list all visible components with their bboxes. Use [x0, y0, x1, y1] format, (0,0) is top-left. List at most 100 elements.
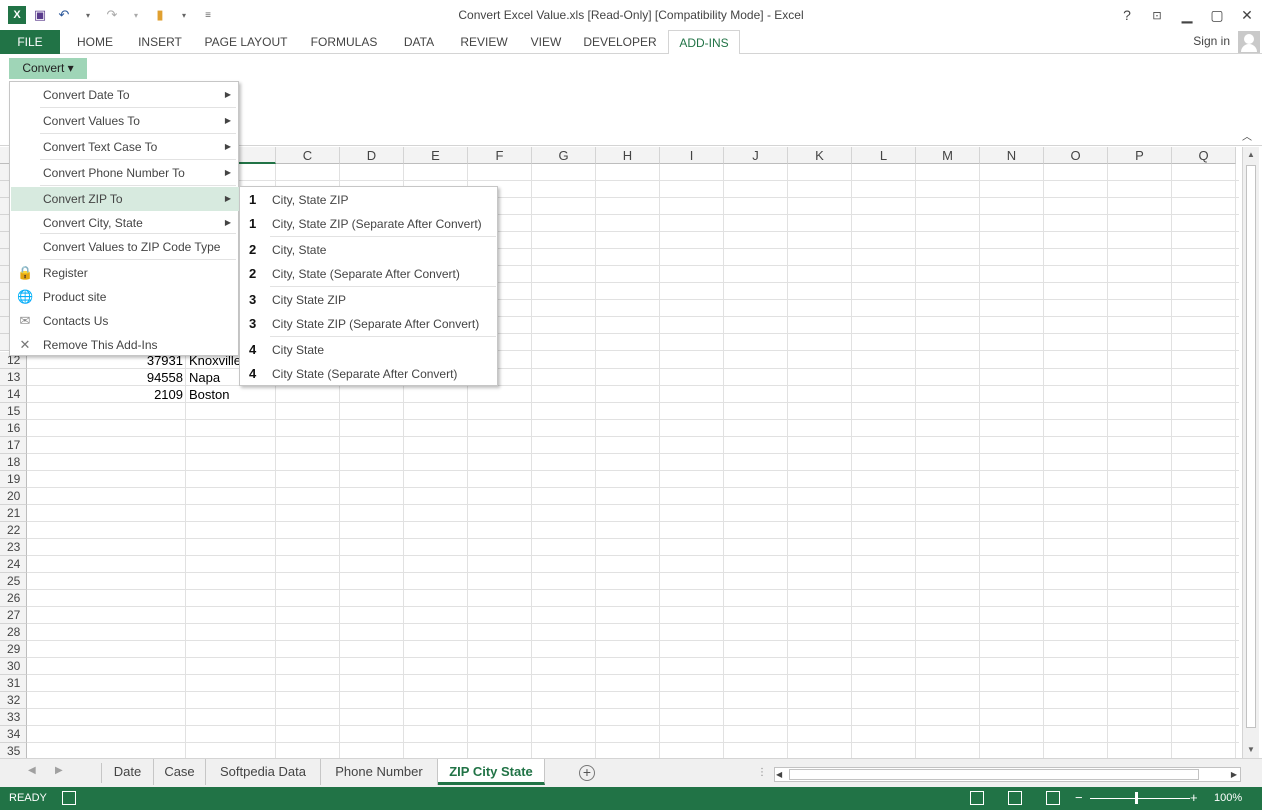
sheet-tab-date[interactable]: Date: [102, 759, 154, 785]
row-header-24[interactable]: 24: [0, 556, 27, 573]
row-header-29[interactable]: 29: [0, 641, 27, 658]
row-header-30[interactable]: 30: [0, 658, 27, 675]
submenu-item-2[interactable]: 1 City, State ZIP (Separate After Convert…: [241, 212, 498, 236]
column-header-h[interactable]: H: [596, 147, 660, 164]
tab-page-layout[interactable]: PAGE LAYOUT: [196, 30, 296, 54]
normal-view-icon[interactable]: [970, 791, 984, 805]
maximize-icon[interactable]: ▢: [1202, 0, 1232, 30]
vertical-scrollbar[interactable]: ▲ ▼: [1242, 147, 1259, 758]
menu-item-remove-this-add-ins[interactable]: Remove This Add-Ins ✕: [11, 333, 239, 357]
split-handle-icon[interactable]: ⋮: [757, 767, 767, 778]
tab-formulas[interactable]: FORMULAS: [303, 30, 385, 54]
zoom-slider[interactable]: [1090, 798, 1190, 799]
column-header-l[interactable]: L: [852, 147, 916, 164]
menu-item-convert-city-state[interactable]: Convert City, State ▶: [11, 211, 239, 235]
row-header-35[interactable]: 35: [0, 743, 27, 758]
tab-home[interactable]: HOME: [65, 30, 125, 54]
page-layout-view-icon[interactable]: [1008, 791, 1022, 805]
sheet-tab-softpedia-data[interactable]: Softpedia Data: [206, 759, 321, 785]
menu-item-convert-phone-number-to[interactable]: Convert Phone Number To ▶: [11, 161, 239, 185]
tab-review[interactable]: REVIEW: [453, 30, 515, 54]
column-header-c[interactable]: C: [276, 147, 340, 164]
zoom-slider-thumb[interactable]: [1135, 792, 1138, 804]
menu-item-convert-values-to-zip-code-type[interactable]: Convert Values to ZIP Code Type: [11, 235, 239, 259]
convert-button[interactable]: Convert ▾: [9, 58, 87, 79]
row-header-17[interactable]: 17: [0, 437, 27, 454]
tab-view[interactable]: VIEW: [522, 30, 570, 54]
row-header-31[interactable]: 31: [0, 675, 27, 692]
column-header-m[interactable]: M: [916, 147, 980, 164]
column-header-i[interactable]: I: [660, 147, 724, 164]
horizontal-scrollbar[interactable]: ◀ ▶: [774, 767, 1241, 782]
submenu-item-1[interactable]: 1 City, State ZIP: [241, 188, 498, 212]
row-header-33[interactable]: 33: [0, 709, 27, 726]
ribbon-display-icon[interactable]: ⊡: [1142, 0, 1172, 30]
row-header-15[interactable]: 15: [0, 403, 27, 420]
tab-add-ins[interactable]: ADD-INS: [668, 30, 740, 55]
sheet-tab-zip-city-state[interactable]: ZIP City State: [438, 759, 545, 785]
row-header-21[interactable]: 21: [0, 505, 27, 522]
menu-item-register[interactable]: Register 🔒: [11, 261, 239, 285]
zoom-in-icon[interactable]: +: [1190, 790, 1198, 805]
scroll-up-icon[interactable]: ▲: [1243, 147, 1259, 163]
minimize-icon[interactable]: ▁: [1172, 0, 1202, 30]
horizontal-scroll-thumb[interactable]: [789, 769, 1199, 780]
scroll-right-icon[interactable]: ▶: [1231, 768, 1237, 781]
menu-item-convert-values-to[interactable]: Convert Values To ▶: [11, 109, 239, 133]
column-header-p[interactable]: P: [1108, 147, 1172, 164]
row-header-18[interactable]: 18: [0, 454, 27, 471]
column-header-g[interactable]: G: [532, 147, 596, 164]
submenu-item-4[interactable]: 2 City, State (Separate After Convert): [241, 262, 498, 286]
row-header-20[interactable]: 20: [0, 488, 27, 505]
row-header-26[interactable]: 26: [0, 590, 27, 607]
close-icon[interactable]: ✕: [1232, 0, 1262, 30]
row-header-14[interactable]: 14: [0, 386, 27, 403]
row-header-28[interactable]: 28: [0, 624, 27, 641]
tab-developer[interactable]: DEVELOPER: [578, 30, 662, 54]
column-header-f[interactable]: F: [468, 147, 532, 164]
column-header-j[interactable]: J: [724, 147, 788, 164]
column-header-e[interactable]: E: [404, 147, 468, 164]
page-break-view-icon[interactable]: [1046, 791, 1060, 805]
tab-data[interactable]: DATA: [394, 30, 444, 54]
row-header-19[interactable]: 19: [0, 471, 27, 488]
column-header-k[interactable]: K: [788, 147, 852, 164]
menu-item-product-site[interactable]: Product site 🌐: [11, 285, 239, 309]
zoom-out-icon[interactable]: −: [1075, 790, 1083, 805]
tab-insert[interactable]: INSERT: [130, 30, 190, 54]
sheet-prev-icon[interactable]: ◀: [28, 765, 36, 776]
row-header-22[interactable]: 22: [0, 522, 27, 539]
add-sheet-icon[interactable]: +: [579, 765, 595, 781]
menu-item-convert-text-case-to[interactable]: Convert Text Case To ▶: [11, 135, 239, 159]
column-header-d[interactable]: D: [340, 147, 404, 164]
column-header-o[interactable]: O: [1044, 147, 1108, 164]
column-header-n[interactable]: N: [980, 147, 1044, 164]
vertical-scroll-thumb[interactable]: [1246, 165, 1256, 728]
cell-zip[interactable]: 94558: [27, 369, 186, 386]
sheet-tab-phone-number[interactable]: Phone Number: [321, 759, 438, 785]
sign-in-link[interactable]: Sign in: [1193, 34, 1230, 48]
row-header-32[interactable]: 32: [0, 692, 27, 709]
menu-item-convert-date-to[interactable]: Convert Date To ▶: [11, 83, 239, 107]
row-header-34[interactable]: 34: [0, 726, 27, 743]
menu-item-convert-zip-to[interactable]: Convert ZIP To ▶: [11, 187, 239, 211]
avatar[interactable]: [1238, 31, 1260, 53]
tab-file[interactable]: FILE: [0, 30, 60, 54]
macro-record-icon[interactable]: [62, 791, 76, 805]
submenu-item-7[interactable]: 4 City State: [241, 338, 498, 362]
row-header-23[interactable]: 23: [0, 539, 27, 556]
scroll-down-icon[interactable]: ▼: [1243, 742, 1259, 758]
menu-item-contacts-us[interactable]: Contacts Us ✉: [11, 309, 239, 333]
row-header-16[interactable]: 16: [0, 420, 27, 437]
help-icon[interactable]: ?: [1112, 0, 1142, 30]
submenu-item-3[interactable]: 2 City, State: [241, 238, 498, 262]
sheet-next-icon[interactable]: ▶: [55, 765, 63, 776]
collapse-ribbon-icon[interactable]: ︿: [1242, 128, 1252, 143]
sheet-tab-case[interactable]: Case: [154, 759, 206, 785]
scroll-left-icon[interactable]: ◀: [776, 768, 782, 781]
cell-zip[interactable]: 2109: [27, 386, 186, 403]
row-header-27[interactable]: 27: [0, 607, 27, 624]
submenu-item-5[interactable]: 3 City State ZIP: [241, 288, 498, 312]
cell-city[interactable]: Boston: [186, 386, 276, 403]
column-header-q[interactable]: Q: [1172, 147, 1236, 164]
